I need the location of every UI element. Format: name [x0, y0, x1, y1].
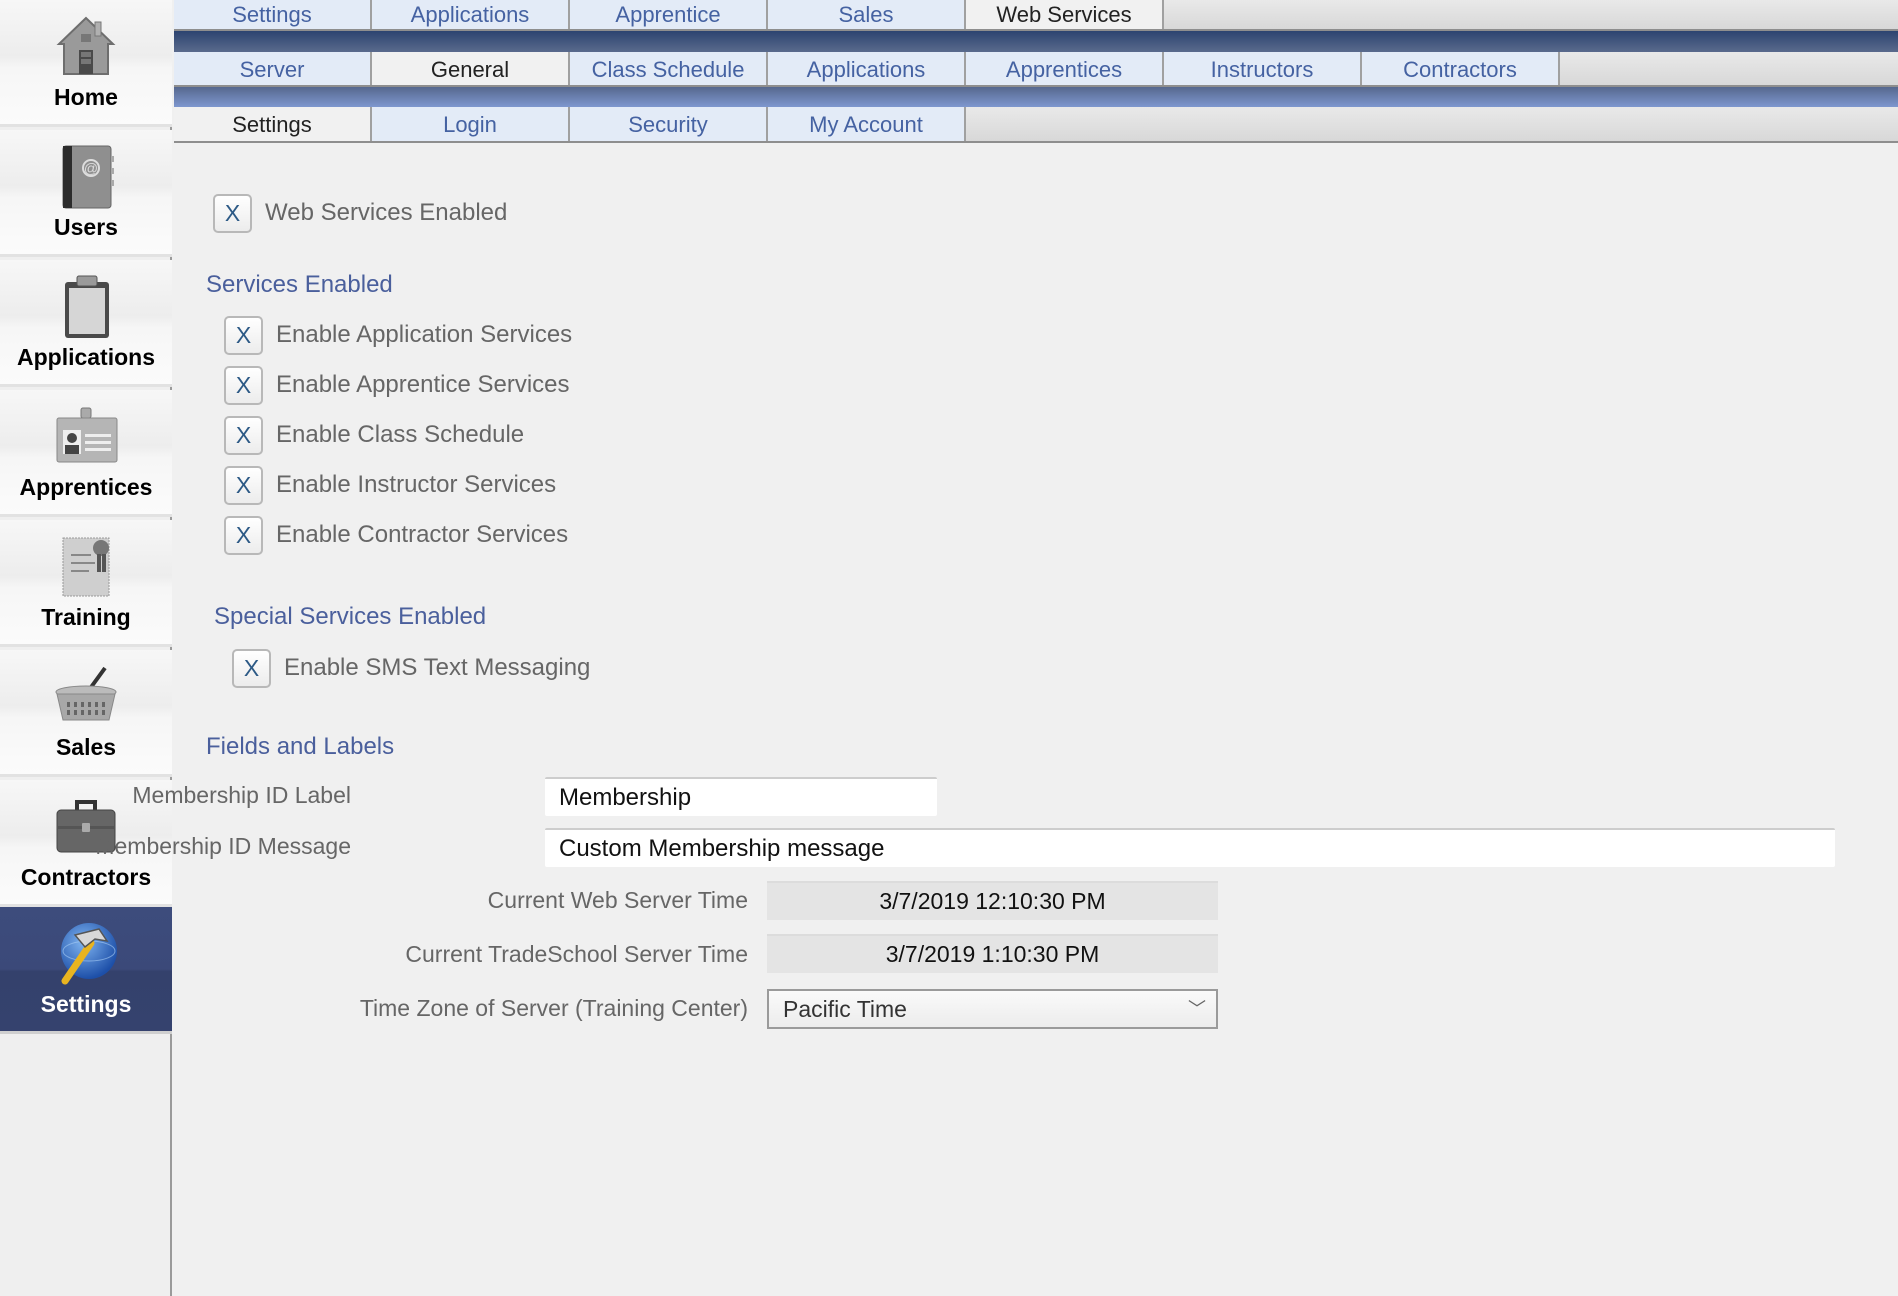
- fields-and-labels-heading: Fields and Labels: [206, 733, 395, 760]
- sidebar-item-sales[interactable]: Sales: [0, 650, 172, 777]
- tab-my-account[interactable]: My Account: [768, 107, 966, 141]
- enable-contractor-services-checkbox[interactable]: X: [224, 516, 263, 555]
- sidebar-item-label: Apprentices: [19, 474, 153, 500]
- tab-login[interactable]: Login: [372, 107, 570, 141]
- tab-web-services[interactable]: Web Services: [966, 0, 1164, 29]
- tab-general[interactable]: General: [372, 52, 570, 85]
- tradeschool-server-time-label: Current TradeSchool Server Time: [405, 941, 748, 967]
- id-badge-icon: [56, 407, 118, 463]
- enable-class-schedule-checkbox[interactable]: X: [224, 416, 263, 455]
- home-icon: [56, 16, 116, 75]
- tab-settings-sub[interactable]: Settings: [174, 107, 372, 141]
- sidebar: Home @ Users Applications Apprentices Tr…: [0, 0, 172, 1296]
- tab-sales[interactable]: Sales: [768, 0, 966, 29]
- enable-contractor-services-label: Enable Contractor Services: [276, 521, 569, 548]
- tab-divider-band: [174, 31, 1898, 52]
- sidebar-item-label: Applications: [16, 344, 155, 370]
- hammer-globe-icon: [61, 923, 117, 985]
- basket-icon: [55, 666, 117, 721]
- tab-class-schedule[interactable]: Class Schedule: [570, 52, 768, 85]
- enable-application-services-label: Enable Application Services: [276, 321, 573, 348]
- membership-id-message-input[interactable]: [545, 828, 1835, 867]
- tab-contractors[interactable]: Contractors: [1362, 52, 1560, 85]
- tab-row-sub: Server General Class Schedule Applicatio…: [174, 52, 1898, 87]
- tab-server[interactable]: Server: [174, 52, 372, 85]
- time-zone-select[interactable]: Pacific Time ﹀: [767, 989, 1218, 1029]
- sidebar-item-users[interactable]: @ Users: [0, 130, 172, 257]
- enable-application-services-checkbox[interactable]: X: [224, 316, 263, 355]
- enable-apprentice-services-label: Enable Apprentice Services: [276, 371, 570, 398]
- tab-security[interactable]: Security: [570, 107, 768, 141]
- web-server-time-label: Current Web Server Time: [487, 887, 748, 913]
- sidebar-item-settings[interactable]: Settings: [0, 907, 172, 1034]
- svg-text:@: @: [84, 160, 98, 176]
- sidebar-item-applications[interactable]: Applications: [0, 260, 172, 387]
- services-enabled-heading: Services Enabled: [206, 271, 393, 298]
- sidebar-item-label: Users: [54, 214, 118, 240]
- sidebar-item-home[interactable]: Home: [0, 0, 172, 127]
- membership-id-label-label: Membership ID Label: [132, 782, 351, 808]
- sidebar-item-label: Training: [41, 604, 131, 630]
- web-services-enabled-label: Web Services Enabled: [265, 199, 508, 226]
- certificate-icon: [62, 537, 110, 597]
- clipboard-icon: [65, 275, 109, 338]
- sidebar-item-apprentices[interactable]: Apprentices: [0, 390, 172, 517]
- tab-settings[interactable]: Settings: [174, 0, 372, 29]
- tab-apprentices[interactable]: Apprentices: [966, 52, 1164, 85]
- tab-row-third: Settings Login Security My Account: [174, 107, 1898, 143]
- tab-applications[interactable]: Applications: [372, 0, 570, 29]
- membership-id-label-input[interactable]: [545, 777, 937, 816]
- enable-instructor-services-label: Enable Instructor Services: [276, 471, 557, 498]
- sidebar-item-label: Settings: [40, 991, 132, 1017]
- enable-instructor-services-checkbox[interactable]: X: [224, 466, 263, 505]
- tab-instructors[interactable]: Instructors: [1164, 52, 1362, 85]
- enable-sms-checkbox[interactable]: X: [232, 649, 271, 688]
- web-services-enabled-checkbox[interactable]: X: [213, 194, 252, 233]
- sidebar-item-label: Home: [54, 84, 118, 110]
- tab-navigation: Settings Applications Apprentice Sales W…: [174, 0, 1898, 144]
- sidebar-item-label: Contractors: [20, 864, 152, 890]
- sidebar-item-training[interactable]: Training: [0, 520, 172, 647]
- chevron-down-icon: ﹀: [1188, 999, 1206, 1019]
- tradeschool-server-time-value: 3/7/2019 1:10:30 PM: [767, 934, 1218, 973]
- web-server-time-value: 3/7/2019 12:10:30 PM: [767, 881, 1218, 920]
- tab-row-main: Settings Applications Apprentice Sales W…: [174, 0, 1898, 31]
- enable-sms-label: Enable SMS Text Messaging: [284, 654, 591, 681]
- settings-content: X Web Services Enabled Services Enabled …: [95, 144, 1898, 1296]
- membership-id-message-label: Membership ID Message: [95, 833, 351, 859]
- address-book-icon: @: [62, 145, 114, 209]
- enable-apprentice-services-checkbox[interactable]: X: [224, 366, 263, 405]
- tab-divider-band: [174, 87, 1898, 107]
- enable-class-schedule-label: Enable Class Schedule: [276, 421, 525, 448]
- tab-apprentice[interactable]: Apprentice: [570, 0, 768, 29]
- tab-applications-sub[interactable]: Applications: [768, 52, 966, 85]
- special-services-heading: Special Services Enabled: [214, 603, 487, 630]
- time-zone-value: Pacific Time: [783, 996, 907, 1022]
- sidebar-item-label: Sales: [55, 734, 117, 760]
- time-zone-label: Time Zone of Server (Training Center): [359, 995, 748, 1021]
